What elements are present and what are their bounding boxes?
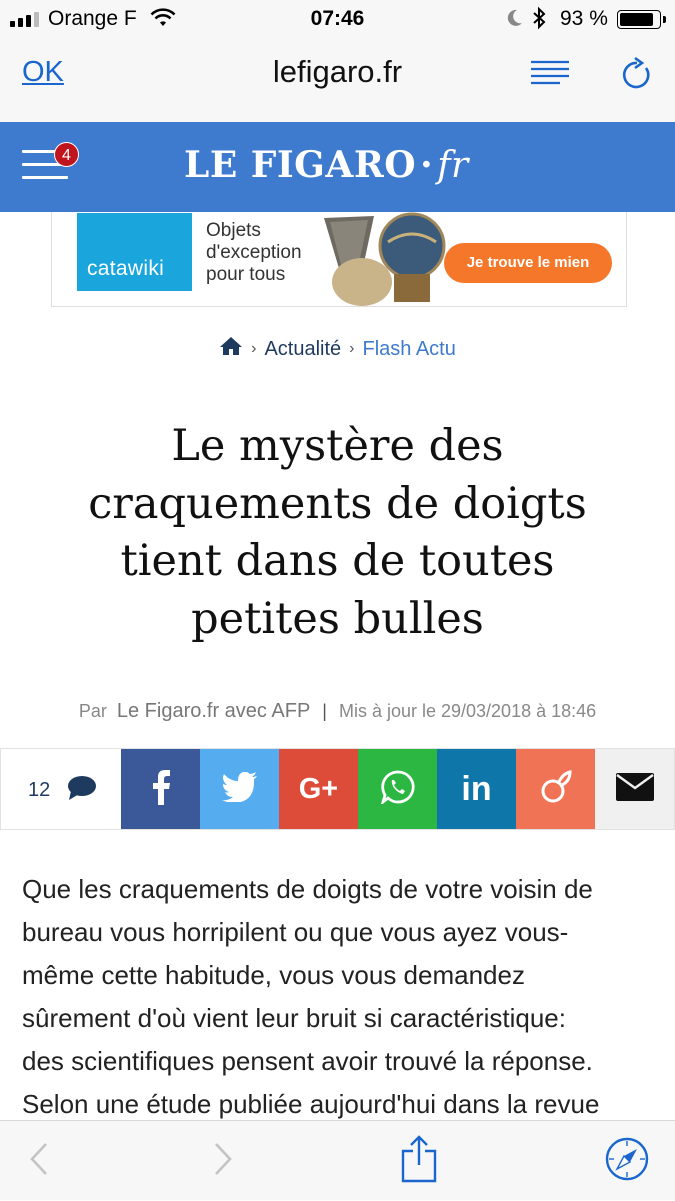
byline-author: Le Figaro.fr avec AFP xyxy=(116,700,311,722)
share-google-plus-button[interactable]: G+ xyxy=(279,749,358,829)
do-not-disturb-icon xyxy=(506,8,524,33)
byline: Par Le Figaro.fr avec AFP | Mis à jour l… xyxy=(0,700,675,723)
chevron-right-icon: › xyxy=(251,340,257,357)
title-line: Le mystère des xyxy=(171,421,504,471)
share-bar: 12 G+ in xyxy=(0,748,675,830)
browser-toolbar xyxy=(0,1120,675,1200)
chevron-left-icon xyxy=(29,1142,49,1181)
share-facebook-button[interactable] xyxy=(121,749,200,829)
share-whatsapp-button[interactable] xyxy=(358,749,437,829)
comment-count: 12 xyxy=(28,779,51,801)
title-line: tient dans de toutes xyxy=(120,536,555,586)
body-line: bureau vous horripilent ou que vous ayez… xyxy=(22,917,569,947)
logo-main: LE FIGARO xyxy=(184,144,417,186)
comments-button[interactable]: 12 xyxy=(1,749,122,829)
ad-brand-logo: catawiki xyxy=(77,213,192,291)
back-button[interactable] xyxy=(14,1121,64,1201)
compass-icon xyxy=(604,1136,650,1187)
logo-fr: fr xyxy=(437,145,469,186)
body-line: même cette habitude, vous vous demandez xyxy=(22,960,525,990)
site-logo[interactable]: LE FIGARO · fr xyxy=(184,144,469,186)
reader-view-icon[interactable] xyxy=(530,60,570,91)
logo-dot: · xyxy=(420,144,434,186)
battery-icon xyxy=(617,10,666,29)
ad-cta-button[interactable]: Je trouve le mien xyxy=(444,243,612,283)
comment-bubble-icon xyxy=(67,775,97,806)
update-date: Mis à jour le 29/03/2018 à 18:46 xyxy=(338,701,597,721)
chevron-right-icon: › xyxy=(349,340,355,357)
article-title: Le mystère des craquements de doigts tie… xyxy=(40,418,635,648)
title-line: craquements de doigts xyxy=(88,478,587,529)
chevron-right-icon xyxy=(213,1142,233,1181)
share-linkedin-button[interactable]: in xyxy=(437,749,516,829)
site-header: 4 LE FIGARO · fr xyxy=(0,122,675,212)
viadeo-icon xyxy=(540,769,572,809)
body-line: Que les craquements de doigts de votre v… xyxy=(22,874,593,904)
ad-brand: catawiki xyxy=(87,257,165,280)
home-icon[interactable] xyxy=(219,336,243,362)
forward-button[interactable] xyxy=(198,1121,248,1201)
twitter-icon xyxy=(221,771,258,807)
done-button[interactable]: OK xyxy=(22,56,64,89)
status-bar: Orange F 07:46 93 % xyxy=(0,0,675,38)
battery-percent: 93 % xyxy=(560,7,608,30)
notification-badge: 4 xyxy=(54,142,79,167)
share-mail-button[interactable] xyxy=(595,749,674,829)
linkedin-icon: in xyxy=(461,769,492,808)
reload-icon[interactable] xyxy=(620,56,654,97)
whatsapp-icon xyxy=(379,770,415,809)
breadcrumb: › Actualité › Flash Actu xyxy=(0,336,675,362)
ad-objects-image xyxy=(316,212,451,306)
ad-banner[interactable]: catawiki Objets d'exception pour tous Je… xyxy=(51,212,627,307)
bluetooth-icon xyxy=(532,6,546,35)
breadcrumb-item-actualite[interactable]: Actualité xyxy=(264,338,341,361)
share-icon xyxy=(401,1134,437,1188)
mail-icon xyxy=(615,772,654,806)
google-plus-icon: G+ xyxy=(298,772,339,805)
byline-prefix: Par xyxy=(78,701,107,721)
body-line: des scientifiques pensent avoir trouvé l… xyxy=(22,1046,593,1076)
share-viadeo-button[interactable] xyxy=(516,749,595,829)
open-in-safari-button[interactable] xyxy=(600,1121,654,1201)
breadcrumb-item-flash-actu[interactable]: Flash Actu xyxy=(362,338,455,361)
title-line: petites bulles xyxy=(191,593,484,644)
browser-top-bar: OK lefigaro.fr xyxy=(0,38,675,122)
byline-separator: | xyxy=(322,701,327,721)
body-line: sûrement d'où vient leur bruit si caract… xyxy=(22,1003,566,1033)
address-domain[interactable]: lefigaro.fr xyxy=(273,54,402,89)
facebook-icon xyxy=(151,769,171,810)
share-twitter-button[interactable] xyxy=(200,749,279,829)
share-button[interactable] xyxy=(394,1121,444,1201)
article-body: Que les craquements de doigts de votre v… xyxy=(22,868,662,1126)
